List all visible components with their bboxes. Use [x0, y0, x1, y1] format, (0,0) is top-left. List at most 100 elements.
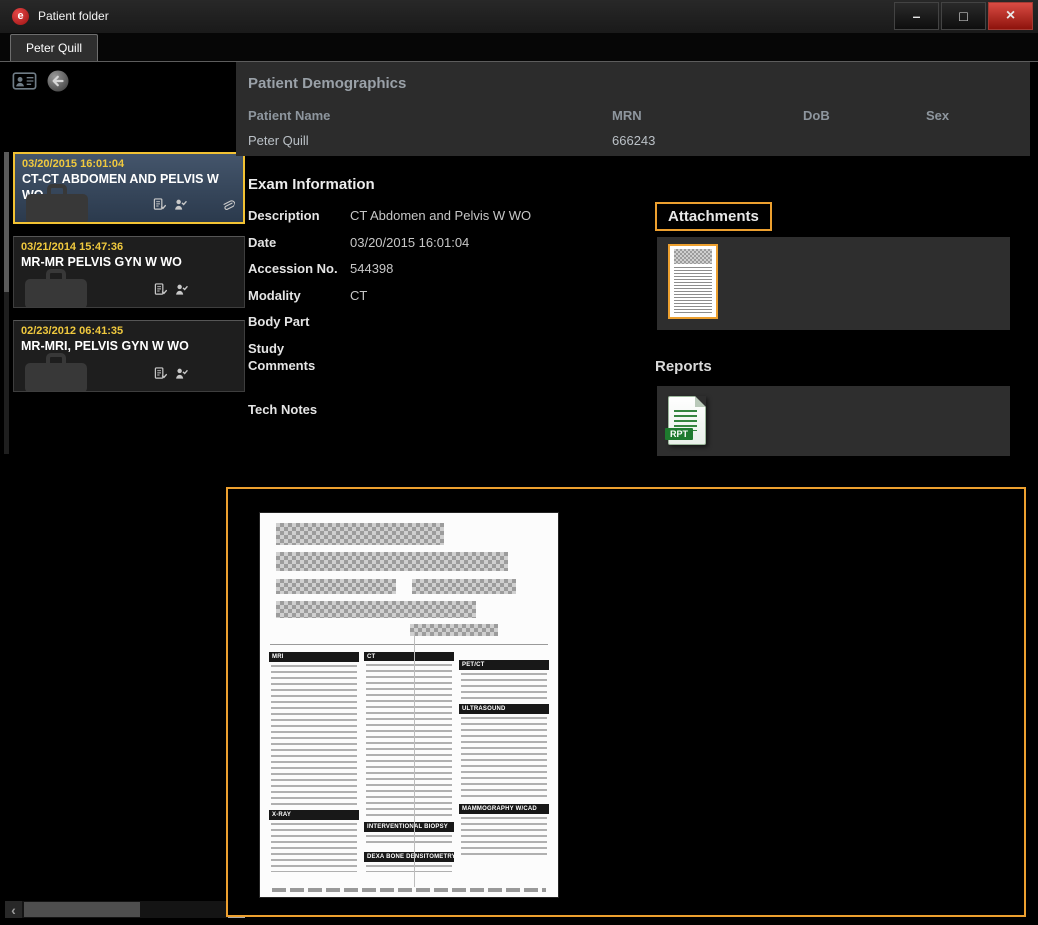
- exam-date: 03/21/2014 15:47:36: [21, 241, 237, 253]
- field-value: [926, 133, 949, 148]
- exam-information-section: Exam Information Description CT Abdomen …: [248, 176, 646, 427]
- window-controls: – □ ×: [894, 2, 1033, 30]
- exam-list: 03/20/2015 16:01:04 CT-CT ABDOMEN AND PE…: [13, 152, 245, 404]
- exam-item-selected[interactable]: 03/20/2015 16:01:04 CT-CT ABDOMEN AND PE…: [13, 152, 245, 224]
- exam-status-icons: [154, 283, 188, 301]
- redacted-block: [410, 624, 498, 636]
- document-section-interventional-biopsy: INTERVENTIONAL BIOPSY: [364, 822, 454, 831]
- info-row-accession: Accession No. 544398: [248, 260, 646, 278]
- info-value: 03/20/2015 16:01:04: [350, 234, 646, 252]
- document-text-lines: [366, 664, 452, 817]
- briefcase-icon: [19, 351, 93, 392]
- field-label: MRN: [612, 108, 655, 123]
- document-section-ct: CT: [364, 652, 454, 661]
- attachment-preview-panel: MRI X-RAY CT INTERVENTIONAL BIOPSY DEXA …: [226, 487, 1026, 917]
- document-check-icon: [153, 198, 166, 216]
- app-logo-icon: e: [12, 8, 29, 25]
- scrollbar-thumb[interactable]: [24, 902, 140, 917]
- person-check-icon: [175, 283, 188, 301]
- document-section-dexa: DEXA BONE DENSITOMETRY: [364, 852, 454, 861]
- exam-list-pane: 03/20/2015 16:01:04 CT-CT ABDOMEN AND PE…: [0, 62, 248, 925]
- exam-list-scrollbar[interactable]: [4, 152, 9, 454]
- close-icon: ×: [1006, 8, 1015, 24]
- reports-title: Reports: [655, 358, 712, 375]
- maximize-icon: □: [959, 9, 967, 23]
- document-text-lines: [461, 673, 547, 699]
- document-text-lines: [366, 835, 452, 848]
- info-label: Date: [248, 234, 350, 252]
- scroll-left-button[interactable]: ‹: [5, 901, 22, 918]
- paperclip-icon: [220, 198, 234, 217]
- exam-item[interactable]: 03/21/2014 15:47:36 MR-MR PELVIS GYN W W…: [13, 236, 245, 308]
- briefcase-icon: [20, 182, 94, 224]
- redacted-block: [276, 552, 508, 571]
- document-section-xray: X-RAY: [269, 810, 359, 820]
- info-label: Body Part: [248, 313, 350, 331]
- tab-peter-quill[interactable]: Peter Quill: [10, 34, 98, 61]
- document-check-icon: [154, 367, 167, 385]
- info-label: Description: [248, 207, 350, 225]
- info-row-body-part: Body Part: [248, 313, 646, 331]
- document-text-lines: [271, 665, 357, 805]
- horizontal-scrollbar[interactable]: ‹ ›: [5, 901, 245, 918]
- minimize-button[interactable]: –: [894, 2, 939, 30]
- info-value: CT: [350, 287, 646, 305]
- minimize-icon: –: [913, 9, 921, 23]
- attachment-preview-document[interactable]: MRI X-RAY CT INTERVENTIONAL BIOPSY DEXA …: [260, 513, 558, 897]
- field-label: Patient Name: [248, 108, 330, 123]
- document-text-lines: [271, 823, 357, 872]
- document-section-mammography: MAMMOGRAPHY W/CAD: [459, 804, 549, 814]
- person-check-icon: [175, 367, 188, 385]
- field-value: 666243: [612, 133, 655, 148]
- maximize-button[interactable]: □: [941, 2, 986, 30]
- attachments-title: Attachments: [668, 208, 759, 225]
- reports-panel: RPT: [657, 386, 1010, 456]
- patient-demographics-panel: Patient Demographics Patient Name Peter …: [236, 62, 1030, 156]
- document-check-icon: [154, 283, 167, 301]
- patient-lookup-icon[interactable]: [12, 71, 37, 96]
- exam-date: 02/23/2012 06:41:35: [21, 325, 237, 337]
- info-label: Study Comments: [248, 340, 350, 375]
- thumbnail-text-lines: [674, 267, 712, 313]
- info-row-modality: Modality CT: [248, 287, 646, 305]
- exam-date: 03/20/2015 16:01:04: [22, 158, 236, 170]
- exam-status-icons: [153, 198, 187, 216]
- info-value: [350, 401, 646, 419]
- attachments-panel: [657, 237, 1010, 330]
- scrollbar-thumb[interactable]: [4, 152, 9, 292]
- info-row-date: Date 03/20/2015 16:01:04: [248, 234, 646, 252]
- window-title: Patient folder: [38, 9, 109, 23]
- info-label: Tech Notes: [248, 401, 350, 419]
- info-value: CT Abdomen and Pelvis W WO: [350, 207, 646, 225]
- field-sex: Sex: [926, 108, 949, 148]
- close-button[interactable]: ×: [988, 2, 1033, 30]
- info-label: Accession No.: [248, 260, 350, 278]
- attachment-thumbnail[interactable]: [668, 244, 718, 319]
- redacted-block: [412, 579, 516, 594]
- field-patient-name: Patient Name Peter Quill: [248, 108, 330, 148]
- scrollbar-track[interactable]: [22, 901, 228, 918]
- info-row-tech-notes: Tech Notes: [248, 401, 646, 419]
- thumbnail-redacted-block: [674, 249, 712, 264]
- exam-item[interactable]: 02/23/2012 06:41:35 MR-MRI, PELVIS GYN W…: [13, 320, 245, 392]
- titlebar: e Patient folder – □ ×: [0, 0, 1038, 34]
- report-item-rpt-icon[interactable]: RPT: [668, 396, 706, 445]
- info-value: 544398: [350, 260, 646, 278]
- detail-pane: Patient Demographics Patient Name Peter …: [236, 62, 1030, 925]
- briefcase-icon: [19, 267, 93, 308]
- document-section-ultrasound: ULTRASOUND: [459, 704, 549, 714]
- content-area: 03/20/2015 16:01:04 CT-CT ABDOMEN AND PE…: [0, 62, 1038, 925]
- redacted-block: [276, 601, 476, 618]
- left-toolbar: [12, 69, 70, 98]
- attachments-heading-highlight: Attachments: [655, 202, 772, 231]
- rpt-badge: RPT: [665, 428, 693, 440]
- demographics-title: Patient Demographics: [248, 75, 406, 92]
- page-fold-icon: [695, 396, 706, 407]
- document-columns: MRI X-RAY CT INTERVENTIONAL BIOPSY DEXA …: [260, 645, 558, 875]
- field-value: Peter Quill: [248, 133, 330, 148]
- field-dob: DoB: [803, 108, 830, 148]
- document-section-petct: PET/CT: [459, 660, 549, 670]
- info-value: [350, 313, 646, 331]
- document-footer-text: [272, 888, 546, 892]
- back-arrow-button[interactable]: [46, 69, 70, 98]
